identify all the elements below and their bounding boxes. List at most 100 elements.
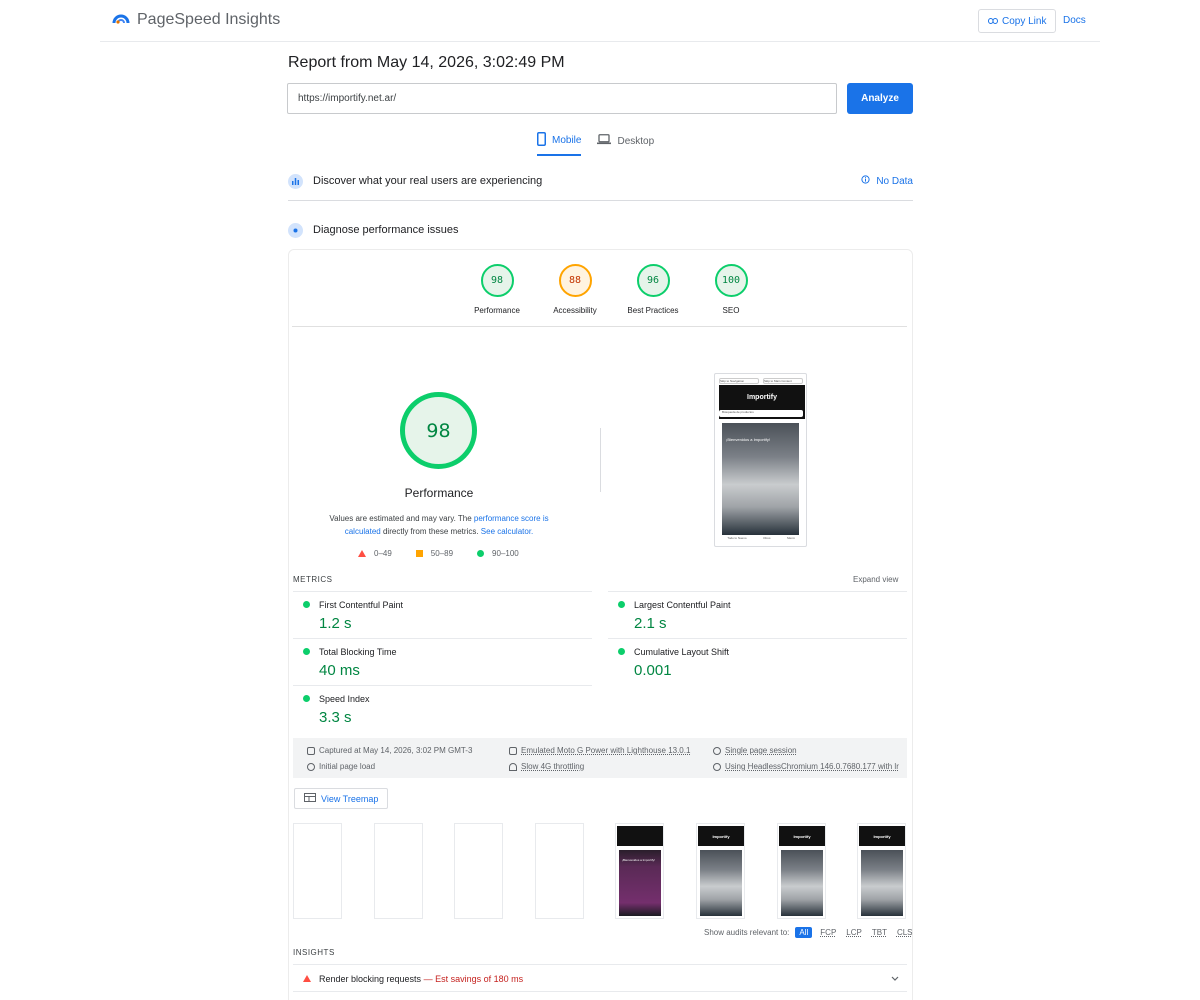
filmstrip-frame [535, 823, 584, 919]
brand[interactable]: PageSpeed Insights [112, 10, 280, 29]
env-throttling[interactable]: Slow 4G throttling [509, 762, 584, 771]
filter-cls[interactable]: CLS [895, 927, 915, 938]
metric-label: Largest Contentful Paint [634, 600, 731, 610]
analyze-button[interactable]: Analyze [847, 83, 913, 114]
gauge-accessibility-label: Accessibility [553, 306, 597, 315]
ss-hero-text: ¡Bienvenidos a Importify! [726, 437, 771, 442]
copy-link-label: Copy Link [1002, 15, 1047, 27]
tab-desktop-label: Desktop [617, 135, 655, 147]
timer-icon [307, 762, 315, 771]
tab-mobile[interactable]: Mobile [537, 131, 582, 156]
metric-value: 3.3 s [319, 709, 352, 726]
average-square-icon [415, 550, 423, 557]
filter-all[interactable]: All [795, 927, 813, 938]
no-data-status[interactable]: No Data [861, 175, 913, 187]
link-icon [988, 16, 998, 27]
gauge-best-practices-score: 96 [636, 264, 670, 297]
performance-description: Values are estimated and may vary. The p… [312, 512, 566, 538]
insight-render-blocking[interactable]: Render blocking requests — Est savings o… [293, 964, 907, 992]
frame-logo: Importify [873, 833, 891, 839]
report-title: Report from May 14, 2026, 3:02:49 PM [288, 54, 565, 71]
chrome-icon [713, 762, 721, 771]
audits-filter-label: Show audits relevant to: [704, 928, 790, 937]
view-treemap-button[interactable]: View Treemap [294, 788, 389, 809]
metric-fcp: First Contentful Paint 1.2 s [293, 591, 592, 639]
env-session[interactable]: Single page session [713, 746, 797, 755]
view-treemap-label: View Treemap [321, 793, 379, 804]
see-calculator-link[interactable]: See calculator. [481, 527, 533, 536]
phone-icon [537, 131, 546, 149]
gauge-performance-score: 98 [480, 264, 514, 297]
gauges-divider [292, 326, 907, 327]
gauge-performance[interactable]: 98 Performance [458, 264, 536, 315]
metric-label: Cumulative Layout Shift [634, 647, 730, 657]
legend-fail: 0–49 [358, 549, 392, 558]
fail-triangle-icon [358, 550, 366, 557]
frame-body [700, 850, 742, 916]
env-initial-load: Initial page load [307, 762, 375, 771]
pagespeed-logo-icon [112, 10, 130, 29]
filter-lcp[interactable]: LCP [844, 927, 864, 938]
metric-si: Speed Index 3.3 s [293, 685, 592, 733]
metric-lcp: Largest Contentful Paint 2.1 s [608, 591, 907, 639]
diagnose-icon [288, 222, 303, 238]
score-legend: 0–49 50–89 90–100 [358, 549, 519, 558]
metric-label: Speed Index [319, 694, 370, 704]
gauge-best-practices-label: Best Practices [627, 306, 679, 315]
frame-header: Importify [779, 826, 825, 846]
fail-triangle-icon [303, 975, 311, 982]
calendar-icon [307, 746, 315, 755]
frame-logo: Importify [712, 833, 730, 839]
filmstrip-frame [454, 823, 503, 919]
runtime-settings: Captured at May 14, 2026, 3:02 PM GMT-3 … [293, 738, 907, 778]
copy-link-button[interactable]: Copy Link [978, 9, 1057, 33]
audits-filter: Show audits relevant to: All FCP LCP TBT… [704, 927, 915, 938]
metric-value: 1.2 s [319, 615, 352, 632]
frame-header: Importify [698, 826, 744, 846]
filter-fcp[interactable]: FCP [818, 927, 838, 938]
tab-desktop[interactable]: Desktop [597, 132, 654, 156]
gauge-seo[interactable]: 100 SEO [692, 264, 770, 315]
filter-tbt[interactable]: TBT [870, 927, 889, 938]
metric-tbt: Total Blocking Time 40 ms [293, 638, 592, 686]
metric-label: First Contentful Paint [319, 600, 404, 610]
env-device[interactable]: Emulated Moto G Power with Lighthouse 13… [509, 746, 690, 755]
ss-skip-main: Skip to Main Content [763, 378, 803, 384]
docs-link[interactable]: Docs [1063, 15, 1086, 26]
device-icon [509, 746, 517, 755]
metric-value: 2.1 s [634, 615, 667, 632]
ss-logo: Importify [747, 393, 777, 401]
no-data-label: No Data [876, 175, 913, 187]
discover-title: Discover what your real users are experi… [313, 175, 543, 187]
frame-logo: Importify [793, 833, 811, 839]
frame-body: ¡Bienvenidos a Importify! [619, 850, 661, 916]
ss-hero-image: ¡Bienvenidos a Importify! [722, 423, 799, 535]
frame-body [781, 850, 823, 916]
chevron-down-icon[interactable] [891, 973, 899, 983]
ss-nav-item: Otros [763, 536, 771, 540]
ss-skip-nav: Skip to Navigation [719, 378, 759, 384]
url-input[interactable] [287, 83, 837, 114]
tab-mobile-label: Mobile [552, 134, 582, 146]
ss-nav-item: Todo lo Nuevo [727, 536, 747, 540]
discover-section[interactable]: Discover what your real users are experi… [288, 168, 913, 194]
expand-view-toggle[interactable]: Expand view [853, 575, 898, 584]
pass-circle-icon [618, 648, 625, 655]
insight-label: Render blocking requests — Est savings o… [319, 974, 524, 984]
gauge-best-practices[interactable]: 96 Best Practices [614, 264, 692, 315]
perf-desc-mid: directly from these metrics. [380, 527, 481, 536]
gauge-performance-label: Performance [474, 306, 520, 315]
session-icon [713, 746, 721, 755]
frame-caption: ¡Bienvenidos a Importify! [622, 858, 656, 862]
filmstrip: ¡Bienvenidos a Importify! Importify Impo… [293, 823, 907, 919]
diagnose-section: Diagnose performance issues [288, 217, 913, 243]
final-screenshot: Skip to Navigation Skip to Main Content … [714, 373, 807, 547]
ss-skip-links: Skip to Navigation Skip to Main Content [719, 378, 803, 385]
device-tabs: Mobile Desktop [537, 131, 654, 156]
gauge-seo-label: SEO [722, 306, 740, 315]
filmstrip-frame: ¡Bienvenidos a Importify! [615, 823, 664, 919]
filmstrip-frame: Importify [857, 823, 906, 919]
info-icon [861, 175, 870, 187]
env-browser[interactable]: Using HeadlessChromium 146.0.7680.177 wi… [713, 762, 899, 771]
gauge-accessibility[interactable]: 88 Accessibility [536, 264, 614, 315]
